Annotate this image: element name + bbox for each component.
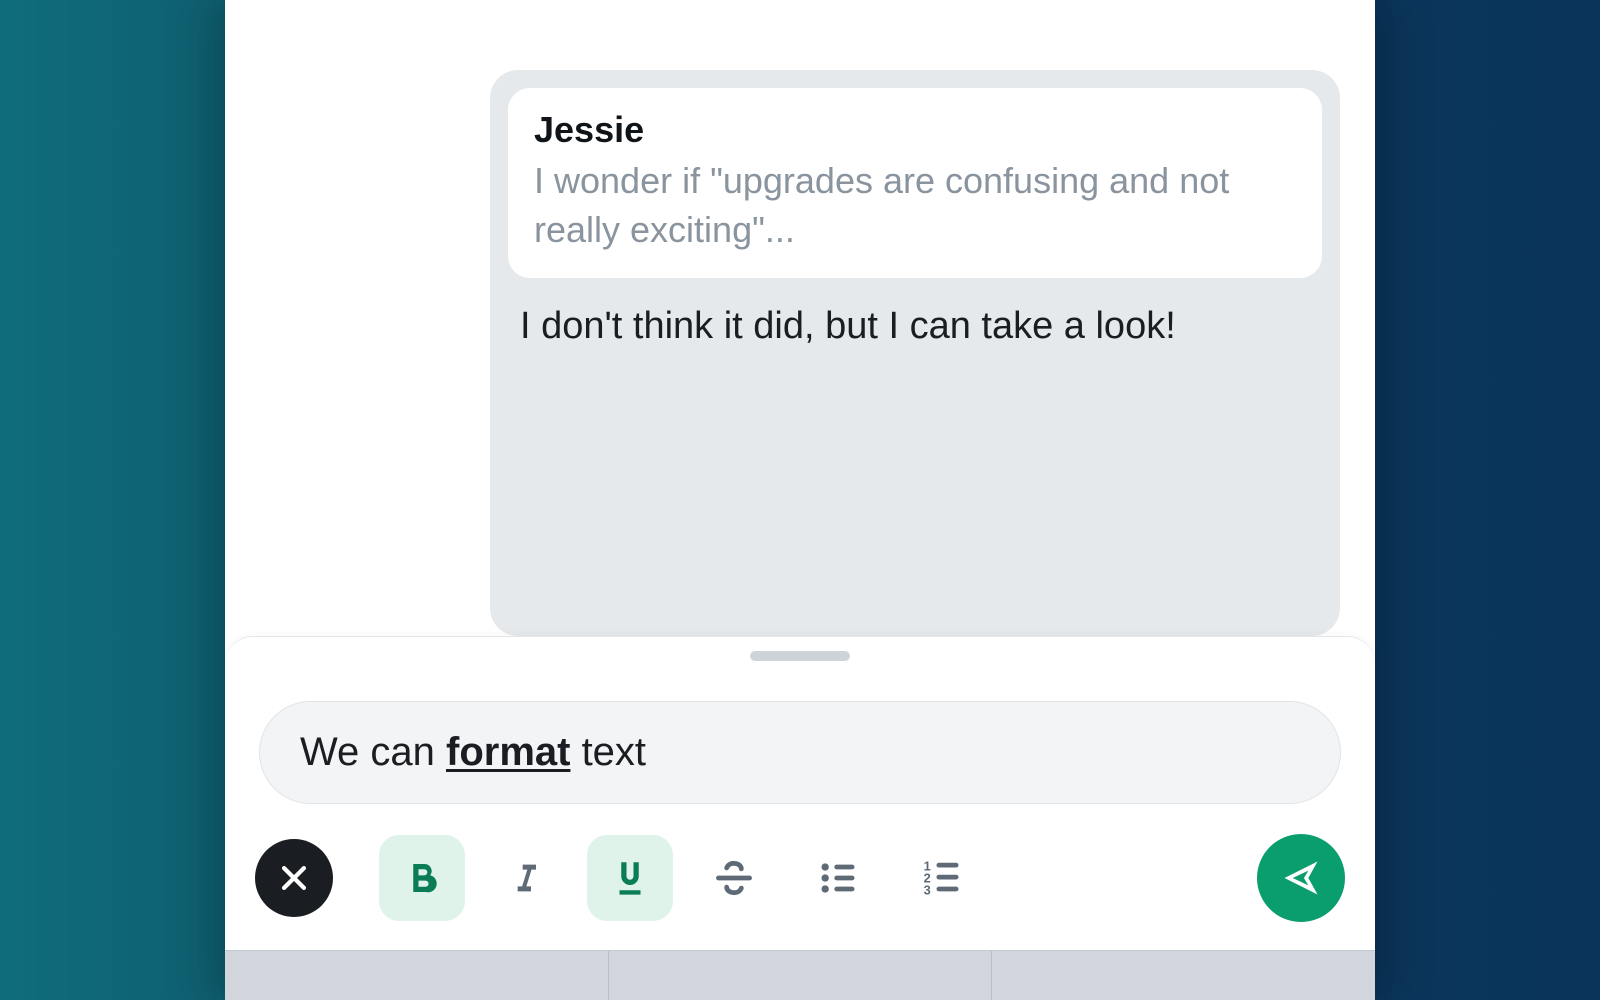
strikethrough-icon [712,856,756,900]
message-input[interactable]: We can format text [259,701,1341,804]
input-text-plain: We can [300,730,446,774]
outgoing-reply-bubble: Jessie I wonder if "upgrades are confusi… [490,70,1340,636]
quoted-author: Jessie [534,108,1296,151]
formatting-toolbar: 123 [225,834,1375,950]
svg-text:3: 3 [924,883,931,898]
underline-button[interactable] [587,835,673,921]
bold-button[interactable] [379,835,465,921]
app-window: Jessie I wonder if "upgrades are confusi… [225,0,1375,1000]
numbered-list-button[interactable]: 123 [899,835,985,921]
bulleted-list-button[interactable] [795,835,881,921]
input-text-plain-after: text [570,730,646,774]
numbered-list-icon: 123 [920,856,964,900]
composer-panel: We can format text 12 [225,636,1375,1000]
input-text-formatted: format [446,730,570,774]
quoted-message-card[interactable]: Jessie I wonder if "upgrades are confusi… [508,88,1322,278]
strikethrough-button[interactable] [691,835,777,921]
italic-icon [506,858,546,898]
bulleted-list-icon [816,856,860,900]
close-icon [277,861,311,895]
drag-handle[interactable] [750,651,850,661]
chat-thread: Jessie I wonder if "upgrades are confusi… [225,0,1375,636]
close-formatting-button[interactable] [255,839,333,917]
bold-icon [401,857,443,899]
reply-text: I don't think it did, but I can take a l… [508,300,1322,353]
send-icon [1279,856,1323,900]
keyboard-suggestion-slot[interactable] [609,951,993,1000]
underline-icon [609,857,651,899]
quoted-text: I wonder if "upgrades are confusing and … [534,157,1296,254]
italic-button[interactable] [483,835,569,921]
send-button[interactable] [1257,834,1345,922]
keyboard-suggestion-slot[interactable] [992,951,1375,1000]
keyboard-suggestion-strip [225,950,1375,1000]
keyboard-suggestion-slot[interactable] [225,951,609,1000]
